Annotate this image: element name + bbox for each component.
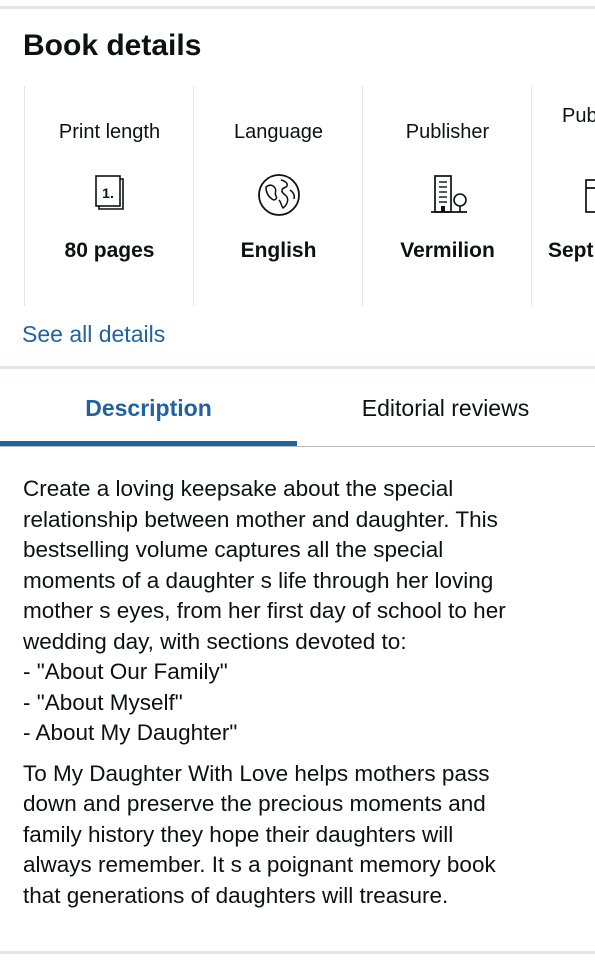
detail-label: Pub: [562, 105, 595, 127]
description-line: Create a loving keepsake about the speci…: [23, 476, 454, 501]
tab-bar-divider: [0, 446, 595, 447]
globe-icon: [254, 170, 304, 220]
description-paragraph-2: To My Daughter With Love helps mothers p…: [23, 759, 583, 912]
detail-value: 80 pages: [64, 239, 155, 262]
detail-label: Language: [234, 121, 323, 143]
description-line: bestselling volume captures all the spec…: [23, 537, 444, 562]
description-text: Create a loving keepsake about the speci…: [23, 474, 583, 911]
description-line: - About My Daughter": [23, 720, 238, 745]
detail-value: English: [240, 239, 317, 262]
building-icon: [423, 170, 473, 220]
top-divider: [0, 6, 595, 9]
detail-label: Print length: [58, 121, 161, 143]
description-line: that generations of daughters will treas…: [23, 882, 449, 908]
detail-card-print-length: Print length 1. 80 pages: [24, 86, 193, 306]
tab-editorial-reviews[interactable]: Editorial reviews: [297, 370, 594, 446]
description-line: relationship between mother and daughter…: [23, 506, 498, 532]
detail-card-language: Language English: [193, 86, 362, 306]
detail-value: Sept: [548, 239, 594, 262]
description-line: mother s eyes, from her first day of sch…: [23, 598, 506, 623]
description-line: family history they hope their daughters…: [23, 821, 454, 847]
detail-card-publisher: Publisher Vermilion: [362, 86, 531, 306]
section-divider: [0, 366, 595, 369]
page-number-icon-text: 1.: [102, 185, 114, 201]
page-number-icon: 1.: [85, 170, 135, 220]
description-line: - "About Myself": [23, 689, 183, 715]
description-line: wedding day, with sections devoted to:: [23, 628, 407, 654]
tab-bar: Description Editorial reviews: [0, 370, 595, 448]
see-all-details-link[interactable]: See all details: [22, 320, 165, 348]
section-title: Book details: [23, 29, 202, 62]
description-line: moments of a daughter s life through her…: [23, 567, 494, 593]
bottom-divider: [0, 951, 595, 954]
book-details-page: Book details Print length 1. 80 pages La…: [0, 0, 595, 960]
description-line: down and preserve the precious moments a…: [23, 791, 486, 816]
tab-description[interactable]: Description: [0, 370, 297, 446]
description-paragraph-1: Create a loving keepsake about the speci…: [23, 474, 583, 749]
detail-label: Publisher: [405, 121, 490, 143]
description-line: - "About Our Family": [23, 659, 228, 684]
description-line: To My Daughter With Love helps mothers p…: [23, 760, 490, 786]
book-details-carousel[interactable]: Print length 1. 80 pages Language Englis…: [0, 86, 595, 308]
detail-value: Vermilion: [400, 239, 495, 262]
description-line: always remember. It s a poignant memory …: [23, 852, 496, 877]
detail-card-publication-date: Pub Sept: [531, 86, 595, 306]
calendar-icon: [578, 170, 595, 220]
